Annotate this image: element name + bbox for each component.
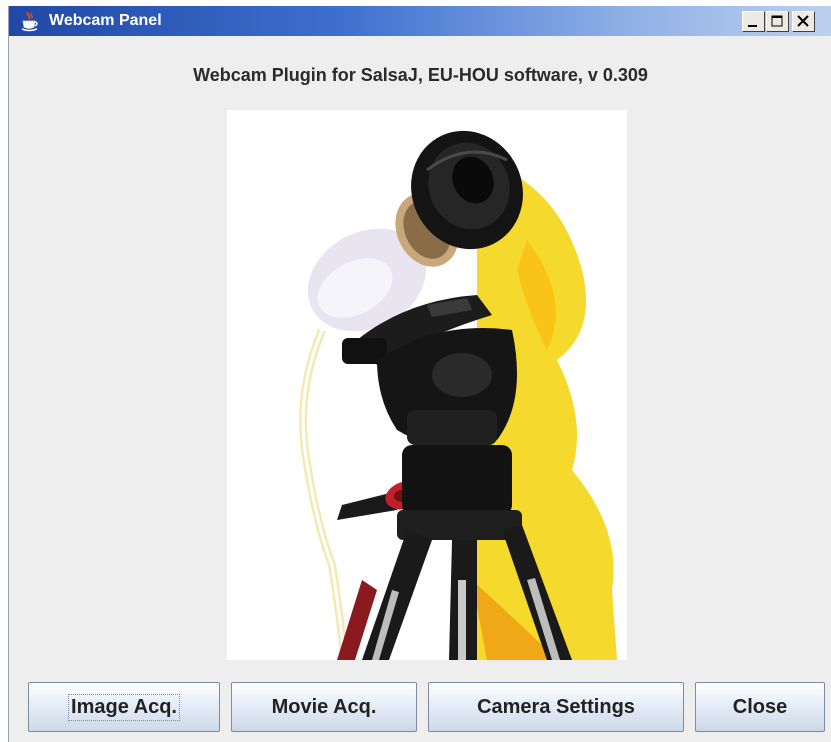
minimize-button[interactable] [742,11,765,32]
maximize-button[interactable] [766,11,789,32]
close-icon [797,15,809,27]
camera-settings-button[interactable]: Camera Settings [428,682,684,732]
image-acq-label: Image Acq. [68,693,180,721]
movie-acq-button[interactable]: Movie Acq. [231,682,417,732]
webcam-panel-window: Webcam Panel Webcam Plugin for SalsaJ, E… [8,6,831,742]
close-button[interactable]: Close [695,682,825,732]
minimize-icon [748,25,757,27]
java-cup-icon [21,11,38,32]
window-title: Webcam Panel [49,12,162,29]
webcam-tripod-image [299,130,617,660]
image-acq-button[interactable]: Image Acq. [28,682,220,732]
camera-settings-label: Camera Settings [477,695,635,718]
close-label: Close [732,695,788,718]
webcam-photo [227,110,627,660]
close-window-button[interactable] [792,11,815,32]
maximize-icon [771,15,783,27]
title-bar[interactable]: Webcam Panel [9,6,831,36]
movie-acq-label: Movie Acq. [271,695,377,718]
plugin-header: Webcam Plugin for SalsaJ, EU-HOU softwar… [193,65,648,85]
